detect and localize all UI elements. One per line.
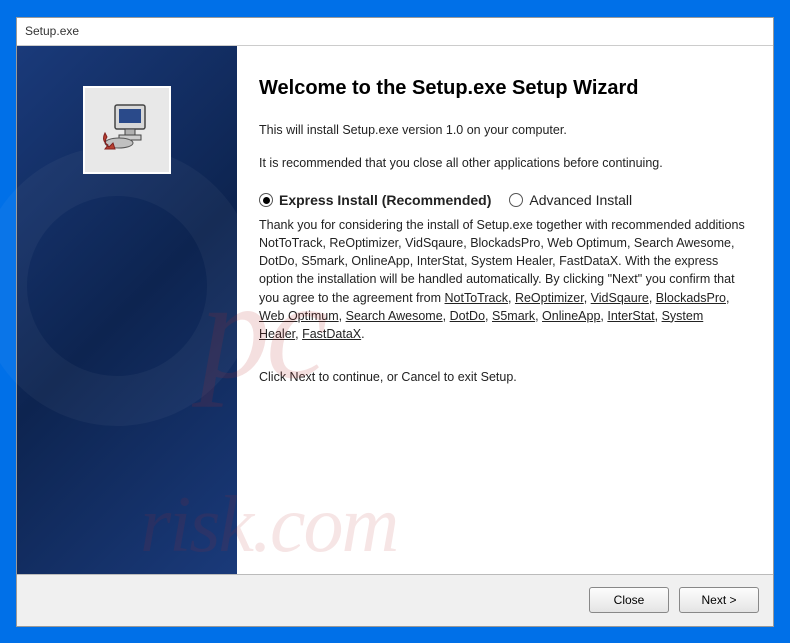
computer-disk-icon [95, 95, 159, 164]
recommendation-text: It is recommended that you close all oth… [259, 155, 745, 173]
page-heading: Welcome to the Setup.exe Setup Wizard [259, 74, 745, 102]
install-options-row: Express Install (Recommended) Advanced I… [259, 191, 745, 211]
titlebar: Setup.exe [17, 18, 773, 46]
agreement-link[interactable]: OnlineApp [542, 309, 600, 323]
intro-text: This will install Setup.exe version 1.0 … [259, 122, 745, 140]
express-install-radio[interactable] [259, 193, 273, 207]
next-instruction: Click Next to continue, or Cancel to exi… [259, 369, 745, 387]
agreement-link[interactable]: BlockadsPro [656, 291, 726, 305]
agreement-link[interactable]: Search Awesome [346, 309, 443, 323]
agreement-link[interactable]: NotToTrack [445, 291, 508, 305]
sidebar-decoration [0, 146, 257, 426]
button-bar: Close Next > [17, 574, 773, 626]
advanced-install-radio[interactable] [509, 193, 523, 207]
setup-window: Setup.exe Welcome to the Setup.exe [16, 17, 774, 627]
agreement-link[interactable]: S5mark [492, 309, 535, 323]
setup-icon-box [83, 86, 171, 174]
agreement-link[interactable]: ReOptimizer [515, 291, 584, 305]
agreement-link[interactable]: VidSqaure [591, 291, 649, 305]
express-install-label[interactable]: Express Install (Recommended) [279, 191, 491, 211]
next-button[interactable]: Next > [679, 587, 759, 613]
description-text: Thank you for considering the install of… [259, 216, 745, 343]
agreement-link[interactable]: InterStat [607, 309, 654, 323]
main-panel: Welcome to the Setup.exe Setup Wizard Th… [237, 46, 773, 574]
sidebar [17, 46, 237, 574]
close-button[interactable]: Close [589, 587, 669, 613]
agreement-link[interactable]: FastDataX [302, 327, 361, 341]
agreement-link[interactable]: DotDo [450, 309, 485, 323]
advanced-install-label[interactable]: Advanced Install [529, 191, 632, 211]
window-title: Setup.exe [25, 24, 79, 38]
content-area: Welcome to the Setup.exe Setup Wizard Th… [17, 46, 773, 574]
agreement-link[interactable]: Web Optimum [259, 309, 339, 323]
